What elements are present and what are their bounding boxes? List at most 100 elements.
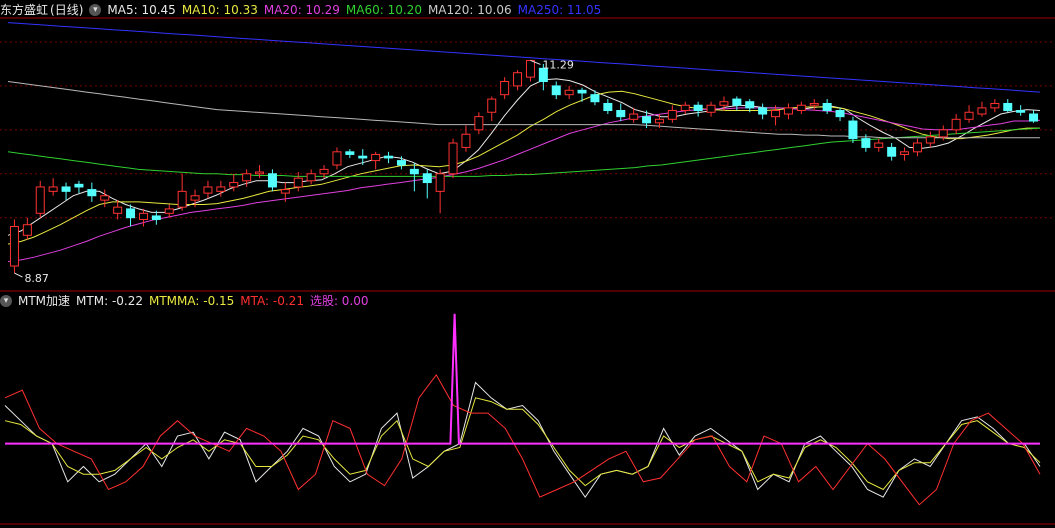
candle-body-up [796, 104, 806, 112]
candle-body-up [990, 102, 1000, 109]
candle-body-up [513, 72, 523, 87]
price-header: 东方盛虹 (日线) ▾ MA5: 10.45 MA10: 10.33 MA20:… [0, 1, 607, 19]
min-price-label: 8.87 [24, 272, 49, 285]
candle-body-down [551, 85, 561, 96]
candle-body-up [435, 173, 445, 192]
candle-body-up [680, 104, 690, 112]
candle-body-down [1016, 110, 1026, 113]
candle-body-down [732, 98, 742, 106]
candle-body-down [590, 94, 600, 103]
candle-body-up [242, 173, 252, 182]
candle-body-down [87, 189, 97, 197]
candle-body-down [616, 110, 626, 118]
candle-body-down [396, 160, 406, 166]
candle-body-up [564, 89, 574, 96]
ma60-label: MA60: 10.20 [345, 3, 422, 17]
candle-body-down [745, 101, 755, 109]
candle-body-up [900, 151, 910, 155]
candle-body-up [22, 224, 32, 236]
candle-body-down [887, 146, 897, 157]
indicator-line-xuangu [5, 313, 1040, 445]
candle-body-up [654, 118, 664, 124]
stock-name: 东方盛虹 [0, 3, 49, 17]
candle-body-up [771, 110, 781, 118]
mtm-label: MTM: -0.22 [76, 294, 143, 308]
candle-body-down [358, 155, 368, 159]
candle-body-up [9, 225, 19, 267]
indicator-toggle-icon[interactable]: ▾ [0, 295, 12, 307]
xuangu-label: 选股: 0.00 [309, 294, 369, 308]
candle-body-down [693, 104, 703, 112]
candle-body-up [951, 118, 961, 131]
candle-body-down [835, 110, 845, 118]
candle-body-down [577, 89, 587, 94]
ma-line-ma250 [7, 22, 1041, 93]
candle-body-up [319, 168, 329, 175]
candle-body-down [822, 102, 832, 112]
candle-body-up [629, 113, 639, 120]
mtmma-label: MTMMA: -0.15 [149, 294, 235, 308]
candle-body-up [306, 173, 316, 182]
indicator-line-mtm [4, 381, 1041, 498]
candle-body-down [126, 208, 136, 219]
candle-body-down [422, 173, 432, 184]
candle-body-up [164, 208, 174, 214]
candle-body-up [783, 107, 793, 115]
candle-body-down [603, 102, 613, 112]
candle-body-up [874, 142, 884, 148]
ma250-label: MA250: 11.05 [517, 3, 602, 17]
candle-body-up [216, 186, 226, 192]
candle-body-up [138, 212, 148, 220]
candle-body-down [384, 155, 394, 159]
candle-body-down [345, 151, 355, 155]
period-label: (日线) [50, 3, 84, 17]
candle-body-up [229, 182, 239, 188]
candle-body-up [474, 116, 484, 131]
candle-body-down [861, 138, 871, 148]
candle-body-down [409, 168, 419, 175]
candle-body-up [706, 104, 716, 113]
candle-body-up [293, 177, 303, 188]
candle-body-down [1029, 113, 1039, 122]
candle-body-up [487, 98, 497, 113]
candle-body-up [100, 195, 110, 201]
ma120-label: MA120: 10.06 [427, 3, 512, 17]
max-price-label: 11.29 [542, 58, 574, 71]
candle-body-up [280, 189, 290, 194]
candle-body-up [938, 129, 948, 138]
candle-body-up [719, 101, 729, 106]
candle-body-up [461, 133, 471, 148]
candle-body-up [35, 186, 45, 214]
candle-body-up [190, 195, 200, 201]
candle-body-up [977, 107, 987, 115]
ma-line-ma120 [7, 81, 1040, 139]
candle-body-down [74, 183, 84, 188]
indicator-header: ▾ MTM加速 MTM: -0.22 MTMMA: -0.15 MTA: -0.… [0, 292, 375, 310]
candle-body-up [925, 136, 935, 144]
candle-body-up [332, 151, 342, 166]
candle-body-up [809, 102, 819, 106]
candle-body-down [848, 120, 858, 140]
kline-chart-canvas[interactable]: 11.29 8.87 [0, 0, 1055, 528]
indicator-name: MTM加速 [18, 294, 71, 308]
candle-body-down [267, 173, 277, 188]
candle-body-up [203, 186, 213, 194]
candle-body-up [177, 190, 187, 208]
settings-toggle-icon[interactable]: ▾ [89, 4, 102, 16]
candle-body-down [61, 186, 71, 192]
candle-body-up [912, 142, 922, 153]
ma-line-ma10 [7, 90, 1040, 245]
indicator-line-mta [4, 373, 1041, 506]
candle-body-up [964, 111, 974, 120]
ma10-label: MA10: 10.33 [181, 3, 258, 17]
candle-body-down [151, 215, 161, 220]
min-price-pointer [14, 272, 23, 278]
ma5-label: MA5: 10.45 [107, 3, 176, 17]
candle-body-up [113, 206, 123, 214]
candle-body-up [371, 153, 381, 162]
candle-body-up [448, 142, 458, 175]
ma20-label: MA20: 10.29 [263, 3, 340, 17]
candle-body-up [500, 81, 510, 96]
candle-body-down [758, 107, 768, 115]
mta-label: MTA: -0.21 [240, 294, 304, 308]
